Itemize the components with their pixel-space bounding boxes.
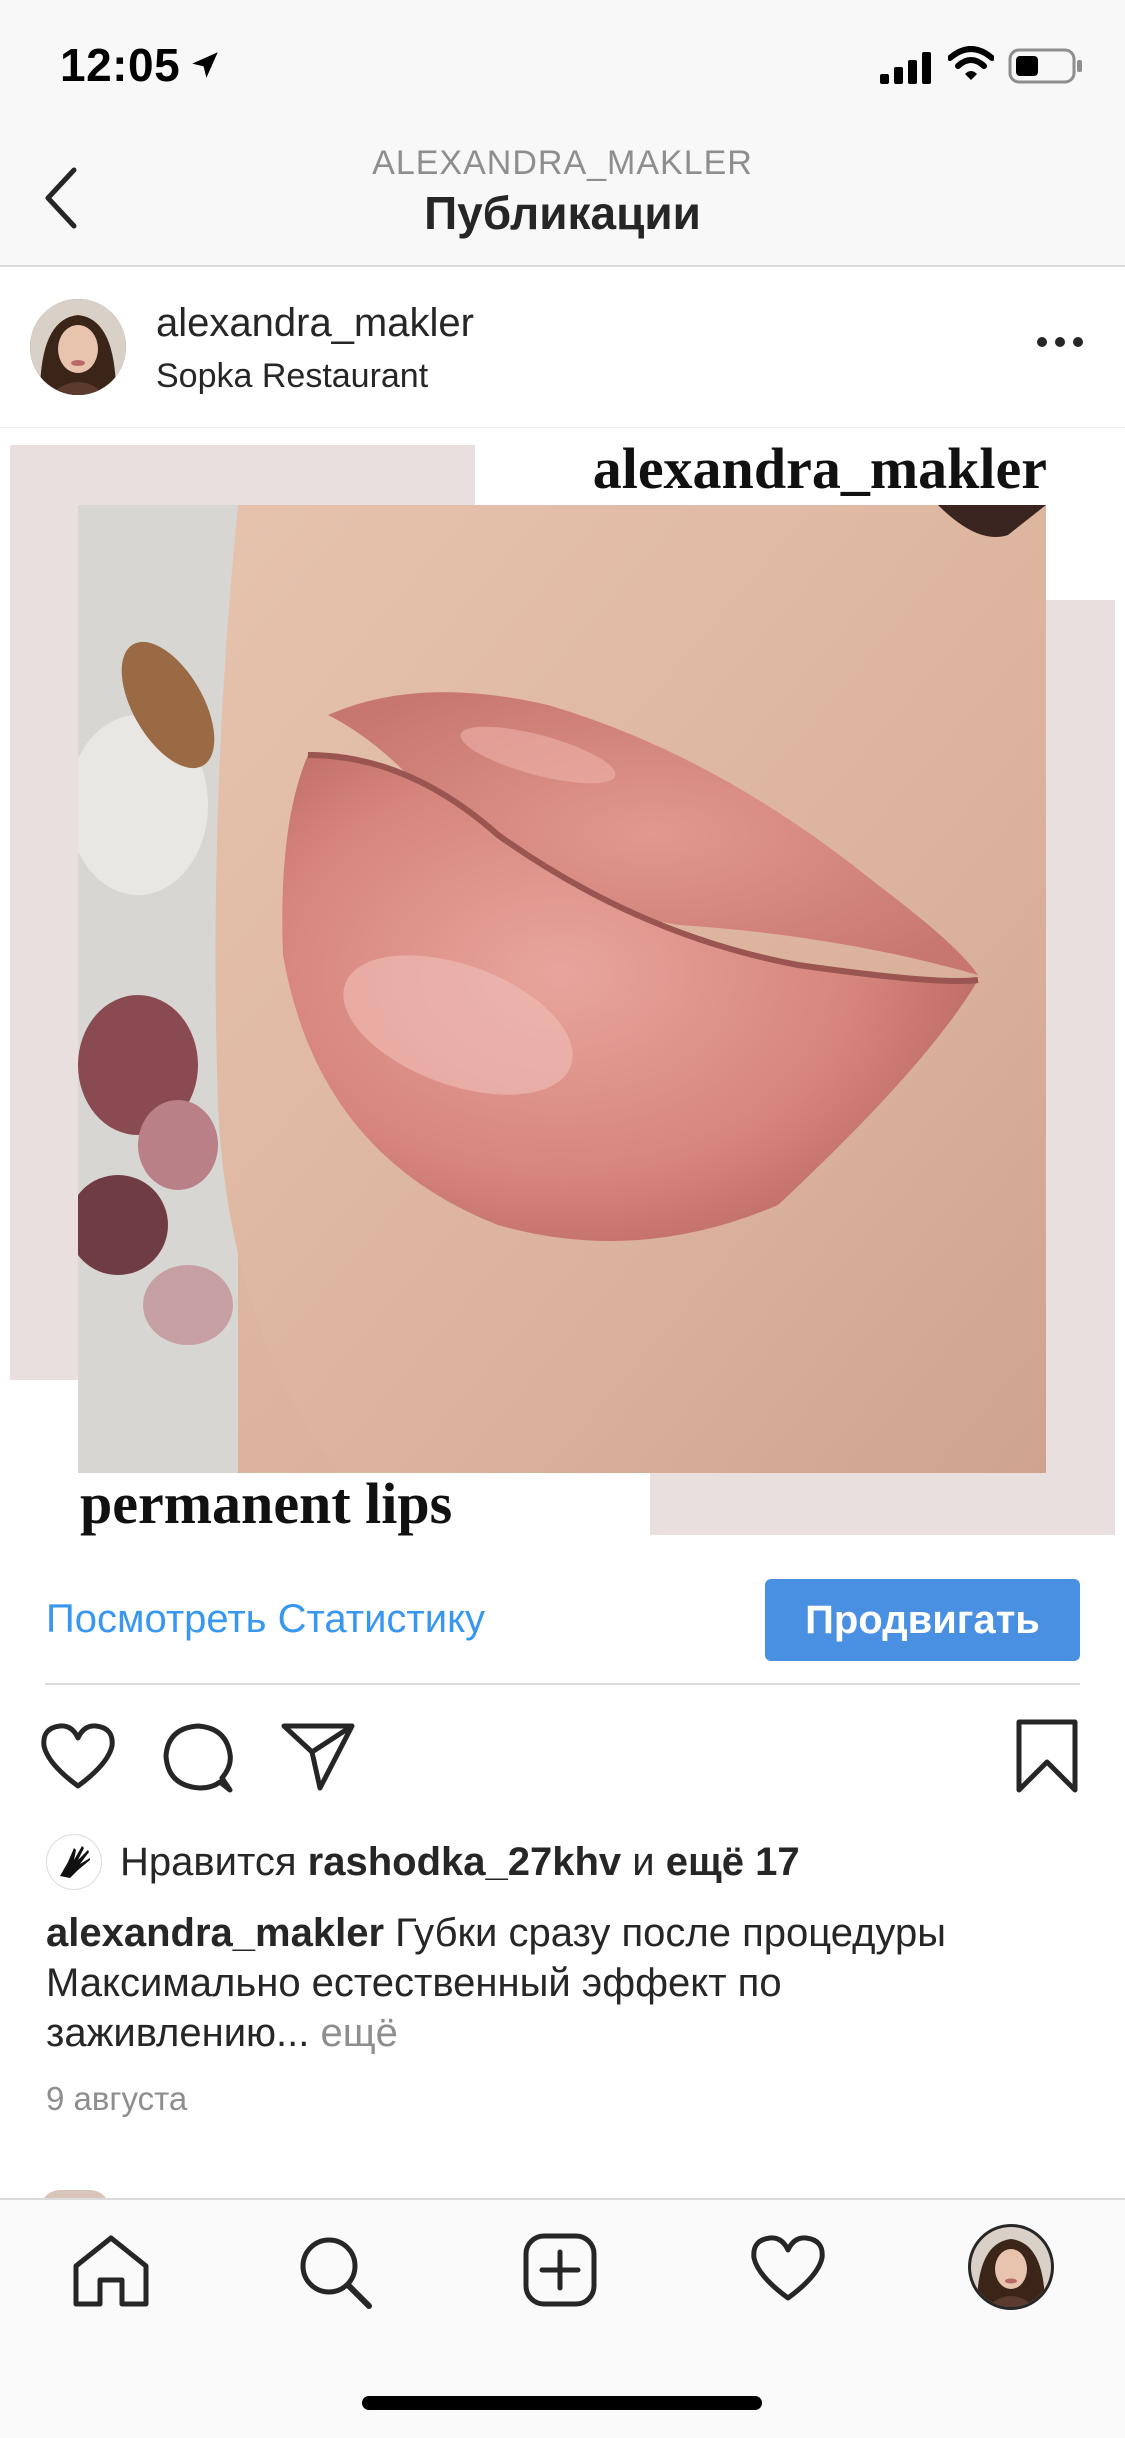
avatar[interactable] <box>30 299 126 395</box>
view-insights-link[interactable]: Посмотреть Статистику <box>46 1597 485 1642</box>
divider <box>45 1683 1080 1685</box>
post-date: 9 августа <box>46 2080 188 2117</box>
image-brand-text: alexandra_makler <box>592 436 1047 501</box>
page-title: Публикации <box>424 187 701 239</box>
home-indicator <box>362 2396 762 2410</box>
battery-icon <box>1008 48 1082 84</box>
post-caption: alexandra_makler Губки сразу после проце… <box>46 1908 1086 2058</box>
header-subtitle: ALEXANDRA_MAKLER <box>372 144 753 182</box>
comment-icon[interactable] <box>160 1720 236 1796</box>
lips-photo <box>78 505 1046 1473</box>
caption-author[interactable]: alexandra_makler <box>46 1911 384 1955</box>
caption-line1: Губки сразу после процедуры <box>395 1911 946 1955</box>
post-header: alexandra_makler Sopka Restaurant <box>0 267 1125 428</box>
ellipsis-icon[interactable] <box>1036 335 1084 349</box>
bookmark-icon[interactable] <box>1015 1718 1079 1794</box>
cellular-signal-icon <box>880 52 931 84</box>
location-arrow-icon <box>192 52 218 78</box>
like-heart-icon[interactable] <box>38 1720 118 1792</box>
post-location[interactable]: Sopka Restaurant <box>156 357 428 396</box>
likes-prefix: Нравится <box>120 1839 297 1884</box>
home-icon[interactable] <box>70 2232 152 2308</box>
share-send-icon[interactable] <box>280 1720 356 1792</box>
profile-avatar[interactable] <box>968 2224 1054 2310</box>
promote-row: Посмотреть Статистику Продвигать <box>0 1555 1125 1685</box>
post-username[interactable]: alexandra_makler <box>156 301 474 346</box>
nav-header: ALEXANDRA_MAKLER Публикации <box>0 130 1125 267</box>
caption-line3: заживлению... <box>46 2011 310 2055</box>
likes-conjunction: и <box>632 1839 655 1884</box>
status-time: 12:05 <box>60 39 181 91</box>
caption-line2: Максимально естественный эффект по <box>46 1961 782 2005</box>
activity-heart-icon[interactable] <box>748 2232 828 2304</box>
glove-hand-icon <box>60 1846 90 1878</box>
search-icon[interactable] <box>295 2232 375 2312</box>
likes-row[interactable]: Нравится rashodka_27khv и ещё 17 <box>46 1832 800 1892</box>
likes-others-count[interactable]: ещё 17 <box>666 1840 800 1885</box>
wifi-icon <box>948 46 994 80</box>
image-caption-text: permanent lips <box>80 1471 453 1536</box>
post-image[interactable]: alexandra_makler permanent lips <box>0 430 1125 1555</box>
promote-button[interactable]: Продвигать <box>765 1579 1080 1661</box>
caption-more-link[interactable]: ещё <box>321 2011 398 2055</box>
status-bar: 12:05 <box>0 0 1125 130</box>
add-post-icon[interactable] <box>522 2232 598 2308</box>
liker-avatar[interactable] <box>46 1834 102 1890</box>
liker-username[interactable]: rashodka_27khv <box>308 1840 622 1885</box>
